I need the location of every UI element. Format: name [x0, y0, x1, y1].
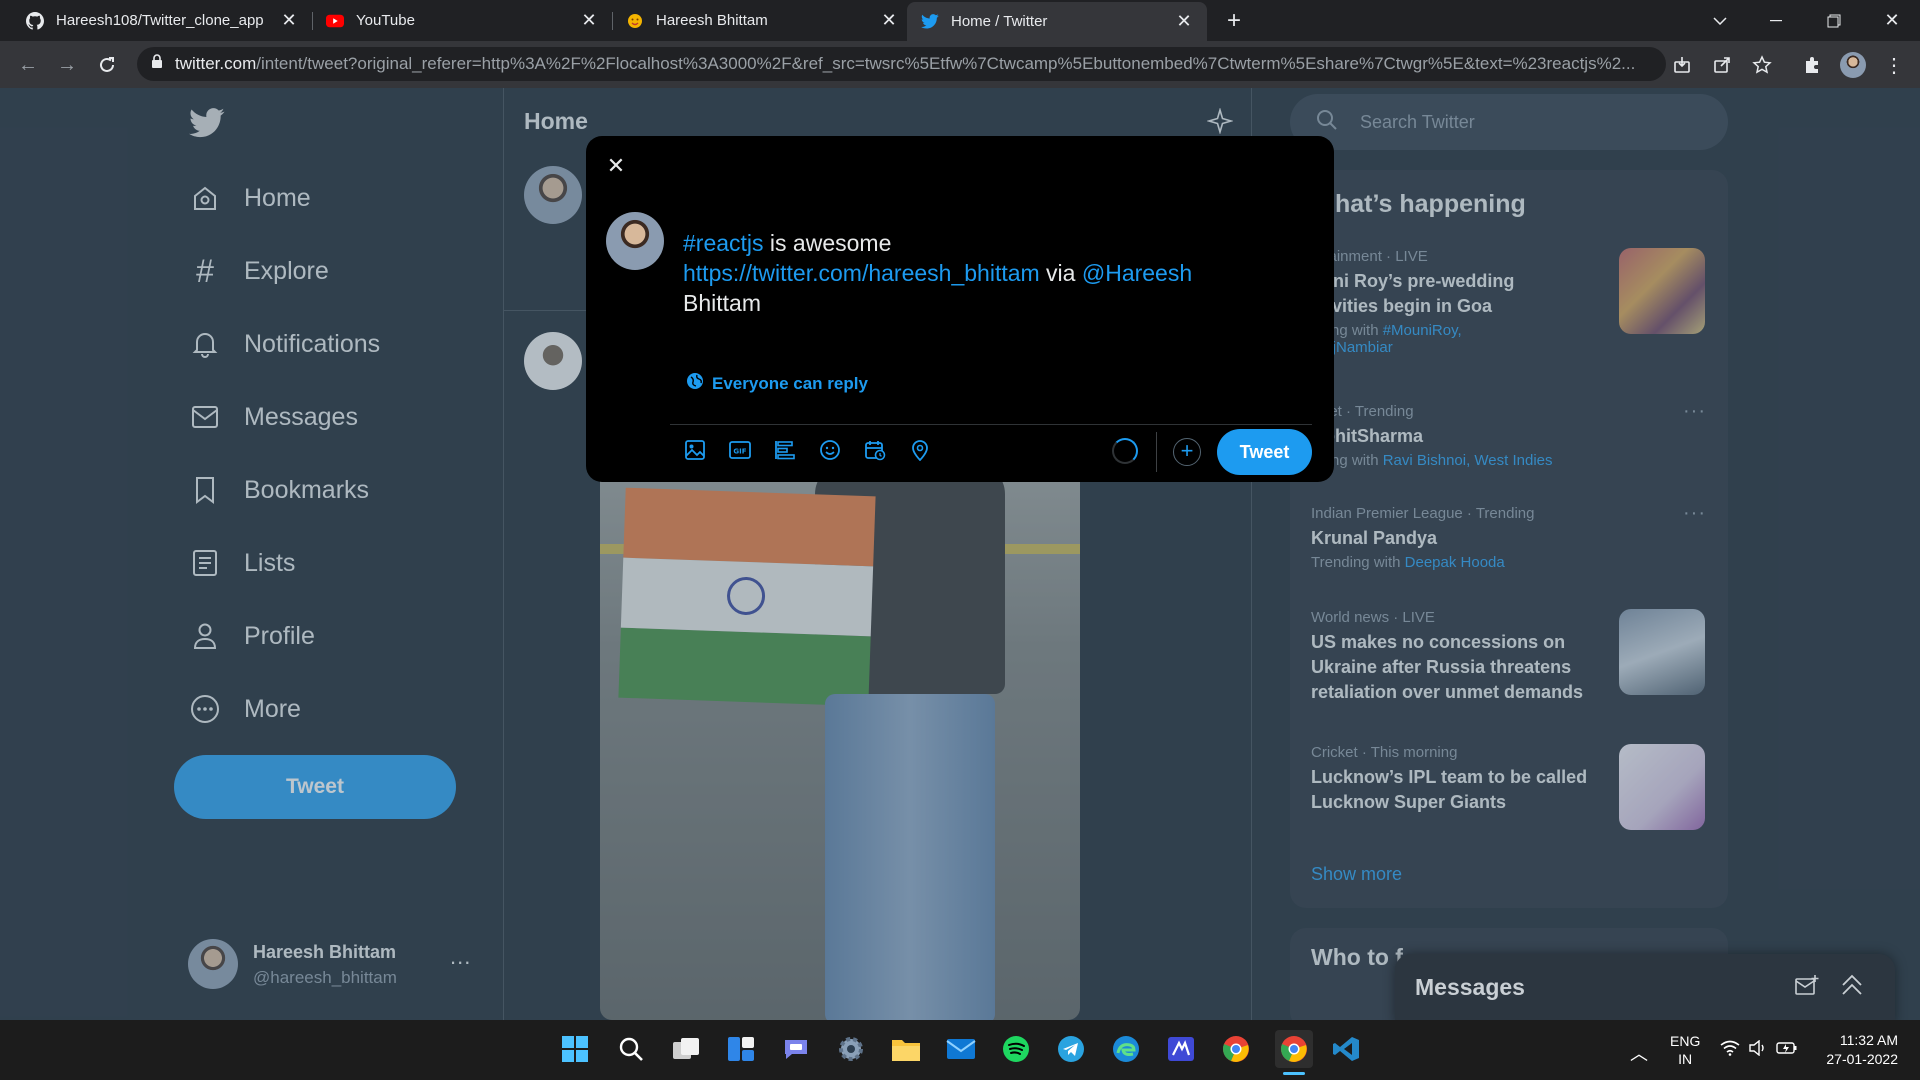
composer-avatar[interactable] [606, 212, 664, 270]
lock-icon [151, 54, 163, 74]
file-explorer-icon[interactable] [890, 1033, 922, 1065]
new-tab-plus-icon[interactable]: + [1221, 8, 1247, 34]
bookmark-star-icon[interactable] [1748, 51, 1776, 79]
close-icon[interactable]: ✕ [880, 10, 898, 31]
taskbar-search-icon[interactable] [615, 1033, 647, 1065]
restore-icon[interactable] [1806, 0, 1862, 41]
browser-toolbar: ← → twitter.com/intent/tweet?original_re… [0, 41, 1920, 88]
chrome-icon[interactable] [1220, 1033, 1252, 1065]
messages-drawer[interactable]: Messages [1395, 954, 1895, 1020]
youtube-icon [326, 12, 344, 30]
tab-home-twitter[interactable]: Home / Twitter ✕ [907, 2, 1207, 41]
tab-title: Home / Twitter [951, 13, 1048, 30]
widgets-icon[interactable] [725, 1033, 757, 1065]
close-icon[interactable]: ✕ [580, 10, 598, 31]
emoji-icon[interactable] [817, 437, 843, 463]
window-close-icon[interactable]: ✕ [1864, 0, 1920, 41]
close-icon[interactable]: ✕ [280, 10, 298, 31]
task-view-icon[interactable] [670, 1033, 702, 1065]
battery-icon[interactable] [1776, 1040, 1798, 1061]
add-thread-plus-icon[interactable]: + [1173, 438, 1201, 466]
address-bar[interactable]: twitter.com/intent/tweet?original_refere… [137, 47, 1666, 81]
edge-browser-icon[interactable] [1110, 1033, 1142, 1065]
tab-title: YouTube [356, 12, 415, 29]
hashtag-text: #reactjs [683, 230, 764, 256]
spotify-icon[interactable] [1000, 1033, 1032, 1065]
url-domain: twitter.com [175, 54, 257, 73]
teams-chat-icon[interactable] [780, 1033, 812, 1065]
poll-icon[interactable] [772, 437, 798, 463]
browser-tab-bar: Hareesh108/Twitter_clone_app ✕ YouTube ✕… [0, 0, 1920, 41]
tweet-text: via [1039, 260, 1082, 286]
tab-github[interactable]: Hareesh108/Twitter_clone_app ✕ [12, 0, 312, 41]
clock-date: 27-01-2022 [1826, 1051, 1898, 1067]
forward-arrow-icon[interactable]: → [53, 51, 81, 79]
input-language[interactable]: ENG IN [1670, 1032, 1700, 1068]
tweet-text: is awesome [763, 230, 892, 256]
close-icon[interactable]: ✕ [602, 152, 630, 180]
install-icon[interactable] [1668, 51, 1696, 79]
tab-search-chevron-icon[interactable] [1692, 0, 1748, 41]
settings-gear-icon[interactable] [835, 1033, 867, 1065]
compose-tweet-modal: ✕ #reactjs is awesome https://twitter.co… [586, 136, 1334, 482]
smiley-icon [626, 12, 644, 30]
app-icon[interactable] [1165, 1033, 1197, 1065]
back-arrow-icon[interactable]: ← [14, 51, 42, 79]
close-icon[interactable]: ✕ [1175, 11, 1193, 32]
new-message-icon[interactable] [1795, 974, 1819, 1001]
divider [1156, 432, 1157, 472]
tab-youtube[interactable]: YouTube ✕ [312, 0, 612, 41]
chevron-up-icon[interactable] [1840, 974, 1864, 1001]
submit-tweet-button[interactable]: Tweet [1217, 429, 1312, 475]
windows-start-icon[interactable] [559, 1033, 591, 1065]
gif-icon[interactable]: GIF [727, 437, 753, 463]
tab-title: Hareesh108/Twitter_clone_app [56, 12, 264, 29]
share-icon[interactable] [1708, 51, 1736, 79]
github-icon [26, 11, 44, 30]
lang-code: ENG [1670, 1033, 1701, 1049]
clock[interactable]: 11:32 AM 27-01-2022 [1812, 1031, 1898, 1069]
messages-drawer-title: Messages [1415, 974, 1525, 1000]
minimize-icon[interactable] [1748, 0, 1804, 41]
mail-icon[interactable] [945, 1033, 977, 1065]
image-icon[interactable] [682, 437, 708, 463]
reload-icon[interactable] [93, 51, 121, 79]
extensions-puzzle-icon[interactable] [1798, 51, 1826, 79]
region-code: IN [1678, 1051, 1693, 1067]
twitter-page: Home # Explore Notifications Messages Bo… [0, 88, 1920, 1020]
tweet-text: Bhittam [683, 290, 761, 316]
svg-text:GIF: GIF [733, 448, 746, 456]
globe-icon [686, 372, 704, 395]
schedule-icon[interactable] [862, 437, 888, 463]
twitter-bird-icon [921, 13, 939, 31]
wifi-icon[interactable] [1720, 1040, 1740, 1061]
vscode-icon[interactable] [1330, 1033, 1362, 1065]
active-app-indicator [1283, 1072, 1305, 1075]
clock-time: 11:32 AM [1839, 1032, 1898, 1048]
mention-text: @Hareesh [1081, 260, 1193, 286]
tab-title: Hareesh Bhittam [656, 12, 768, 29]
chrome-profile-icon[interactable] [1275, 1030, 1313, 1068]
telegram-icon[interactable] [1055, 1033, 1087, 1065]
reply-setting-label: Everyone can reply [712, 373, 868, 393]
character-count-progress [1112, 438, 1138, 464]
kebab-menu-icon[interactable]: ⋮ [1880, 51, 1908, 79]
divider [670, 424, 1312, 425]
location-icon[interactable] [907, 437, 933, 463]
url-text: twitter.com/intent/tweet?original_refere… [175, 54, 1666, 74]
tray-chevron-up-icon[interactable]: ︿ [1630, 1040, 1648, 1066]
profile-avatar[interactable] [1840, 52, 1866, 78]
reply-setting-button[interactable]: Everyone can reply [686, 372, 868, 395]
volume-icon[interactable] [1748, 1039, 1768, 1061]
tweet-textarea[interactable]: #reactjs is awesome https://twitter.com/… [683, 228, 1293, 318]
tab-hareesh-bhittam[interactable]: Hareesh Bhittam ✕ [612, 0, 912, 41]
url-path: /intent/tweet?original_referer=http%3A%2… [256, 54, 1636, 73]
link-text: https://twitter.com/hareesh_bhittam [683, 260, 1040, 286]
